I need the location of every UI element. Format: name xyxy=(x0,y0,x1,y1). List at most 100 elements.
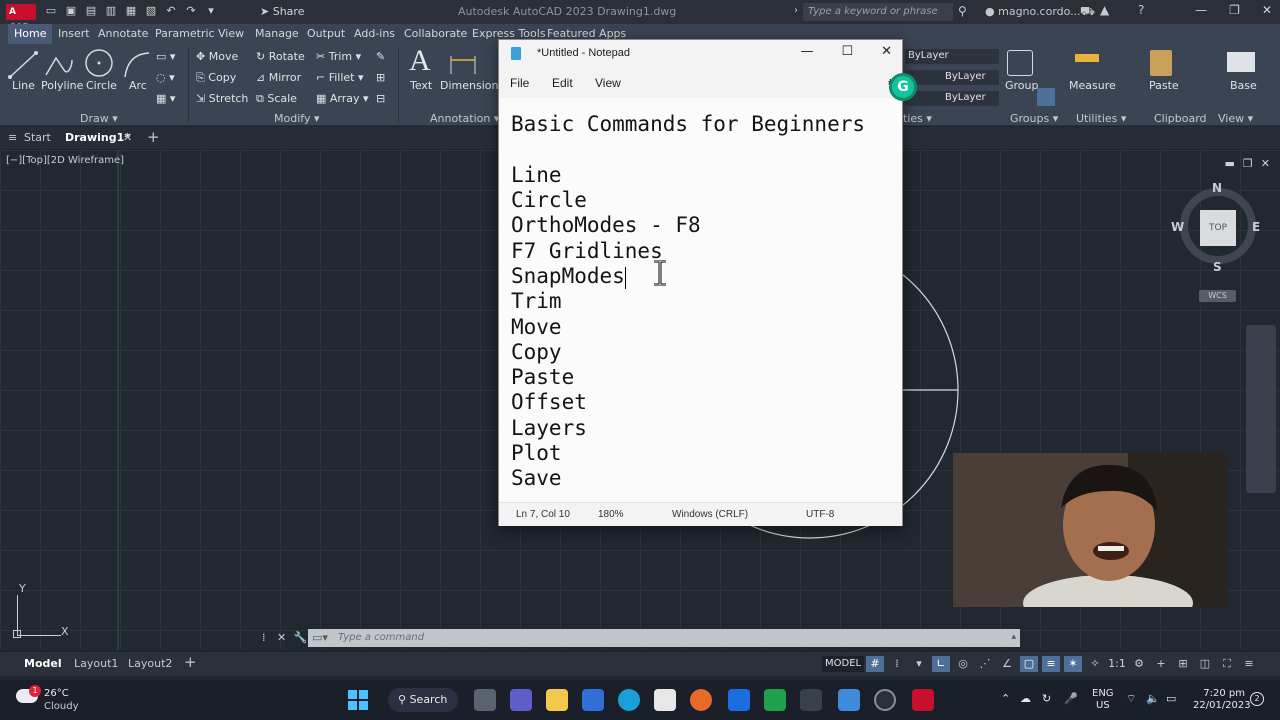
microphone-icon[interactable]: 🎤 xyxy=(1064,692,1078,705)
circle-icon[interactable] xyxy=(84,48,114,78)
menu-edit[interactable]: Edit xyxy=(552,76,573,90)
stretch-button[interactable]: ⇲ Stretch xyxy=(196,92,248,105)
chevron-right-icon[interactable]: › xyxy=(794,5,798,16)
tab-model[interactable]: Model xyxy=(24,657,62,670)
edge-icon[interactable] xyxy=(618,689,640,711)
user-account[interactable]: ● magno.cordo... ▾ xyxy=(985,5,1090,18)
tab-add-ins[interactable]: Add-ins xyxy=(354,27,395,40)
viewport-minimize-icon[interactable]: ▬ xyxy=(1225,157,1235,170)
annotation-panel-label[interactable]: Annotation ▾ xyxy=(430,112,499,125)
refresh-icon[interactable]: ↻ xyxy=(1042,692,1051,705)
dimension-icon[interactable] xyxy=(448,52,478,76)
menu-icon[interactable]: ≡ xyxy=(8,131,17,144)
isolate-icon[interactable]: ◫ xyxy=(1196,656,1214,672)
notepad-minimize-icon[interactable]: — xyxy=(800,44,813,59)
viewport-close-icon[interactable]: ✕ xyxy=(1261,157,1270,170)
properties-panel-label[interactable]: ties ▾ xyxy=(903,112,932,125)
store-icon[interactable] xyxy=(582,689,604,711)
linetype-select[interactable]: ByLayer xyxy=(905,70,999,85)
array-button[interactable]: ▦ Array ▾ xyxy=(316,92,369,105)
close-tab-icon[interactable]: ✕ xyxy=(123,131,132,144)
qa-dropdown-icon[interactable]: ▾ xyxy=(204,4,218,18)
tab-collaborate[interactable]: Collaborate xyxy=(404,27,467,40)
cloud-sync-icon[interactable]: ☁ xyxy=(1020,692,1031,705)
new-icon[interactable]: ▭ xyxy=(44,4,58,18)
navigation-bar[interactable] xyxy=(1246,325,1276,493)
mirror-button[interactable]: ⊿ Mirror xyxy=(256,71,301,84)
save-as-icon[interactable]: ▥ xyxy=(104,4,118,18)
command-line[interactable]: ▭▾ Type a command ▴ xyxy=(308,629,1020,647)
web-open-icon[interactable]: ▦ xyxy=(124,4,138,18)
circle-tool-label[interactable]: Circle xyxy=(86,79,117,92)
wcs-menu[interactable]: WCS xyxy=(1199,290,1236,302)
units-icon[interactable]: ⊞ xyxy=(1174,656,1192,672)
tab-home[interactable]: Home xyxy=(8,24,53,44)
fillet-button[interactable]: ⌐ Fillet ▾ xyxy=(316,71,364,84)
notepad-title-bar[interactable]: *Untitled - Notepad — ☐ ✕ xyxy=(499,40,902,68)
customize-icon[interactable]: ✕ xyxy=(277,631,286,644)
boundary-icon[interactable]: ▦ ▾ xyxy=(156,92,175,105)
offset-icon[interactable]: ⊟ xyxy=(376,92,385,105)
notepad-taskbar-icon[interactable] xyxy=(838,689,860,711)
move-button[interactable]: ✥ Move xyxy=(196,50,238,63)
measure-icon[interactable] xyxy=(1075,54,1099,62)
restore-icon[interactable]: ❐ xyxy=(1229,3,1240,17)
close-icon[interactable]: ✕ xyxy=(1262,3,1272,17)
notifications-badge[interactable]: 2 xyxy=(1250,692,1264,706)
view-panel-label[interactable]: View ▾ xyxy=(1218,112,1253,125)
plus-icon[interactable]: + xyxy=(1152,656,1170,672)
base-tool-label[interactable]: Base xyxy=(1230,79,1257,92)
autocad-taskbar-icon[interactable] xyxy=(912,689,934,711)
language-indicator[interactable]: ENG US xyxy=(1092,688,1114,712)
dropbox-icon[interactable] xyxy=(728,689,750,711)
windows-start-icon[interactable] xyxy=(348,690,368,710)
line-tool-label[interactable]: Line xyxy=(12,79,35,92)
tab-layout2[interactable]: Layout2 xyxy=(128,657,172,670)
undo-icon[interactable]: ↶ xyxy=(164,4,178,18)
print-icon[interactable]: ▧ xyxy=(144,4,158,18)
polyline-tool-label[interactable]: Polyline xyxy=(41,79,83,92)
measure-tool-label[interactable]: Measure xyxy=(1069,79,1116,92)
wifi-icon[interactable]: ⌔ xyxy=(1126,692,1136,706)
viewcube-east[interactable]: E xyxy=(1252,220,1260,234)
minimize-icon[interactable]: — xyxy=(1195,3,1207,17)
rectangle-icon[interactable]: ▭ ▾ xyxy=(156,50,175,63)
volume-icon[interactable]: 🔈 xyxy=(1146,692,1160,705)
trim-button[interactable]: ✂ Trim ▾ xyxy=(316,50,361,63)
lineweight-icon[interactable]: ≡ xyxy=(1042,656,1060,672)
taskbar-search-button[interactable]: ⚲ Search xyxy=(388,688,458,712)
clock[interactable]: 7:20 pm 22/01/2023 xyxy=(1193,688,1251,712)
tray-overflow-icon[interactable]: ⌃ xyxy=(1001,692,1010,705)
grammarly-icon[interactable]: G xyxy=(889,73,917,101)
viewcube-west[interactable]: W xyxy=(1171,220,1184,234)
menu-view[interactable]: View xyxy=(595,76,621,90)
tab-drawing1[interactable]: Drawing1* xyxy=(65,131,130,144)
viewcube-north[interactable]: N xyxy=(1212,181,1222,195)
open-icon[interactable]: ▣ xyxy=(64,4,78,18)
customize-status-icon[interactable]: ≡ xyxy=(1240,656,1258,672)
text-icon[interactable]: A xyxy=(409,44,431,78)
command-input[interactable]: Type a command xyxy=(338,632,424,643)
keyword-search-input[interactable]: Type a keyword or phrase xyxy=(803,3,953,21)
teams-chat-icon[interactable] xyxy=(510,689,532,711)
dropdown-icon[interactable]: ▾ xyxy=(910,656,928,672)
tab-view[interactable]: View xyxy=(218,27,244,40)
lineweight-select[interactable]: ByLayer xyxy=(905,91,999,106)
arc-icon[interactable] xyxy=(122,50,152,80)
autodesk-icon[interactable]: ▲ xyxy=(1100,3,1109,17)
arc-tool-label[interactable]: Arc xyxy=(129,79,147,92)
redo-icon[interactable]: ↷ xyxy=(184,4,198,18)
isodraft-icon[interactable]: ⋰ xyxy=(976,656,994,672)
notepad-close-icon[interactable]: ✕ xyxy=(881,44,892,59)
camera-app-icon[interactable] xyxy=(800,689,822,711)
copy-button[interactable]: ⎘ Copy xyxy=(196,71,236,85)
paste-icon[interactable] xyxy=(1150,50,1172,76)
snap-icon[interactable]: ⁞ xyxy=(888,656,906,672)
dimension-tool-label[interactable]: Dimension xyxy=(440,79,498,92)
search-icon[interactable]: ⚲ xyxy=(958,4,967,18)
new-tab-button[interactable]: + xyxy=(147,128,160,146)
save-icon[interactable]: ▤ xyxy=(84,4,98,18)
color-select[interactable]: ByLayer xyxy=(905,49,999,64)
utilities-panel-label[interactable]: Utilities ▾ xyxy=(1076,112,1126,125)
notepad-maximize-icon[interactable]: ☐ xyxy=(841,44,853,59)
